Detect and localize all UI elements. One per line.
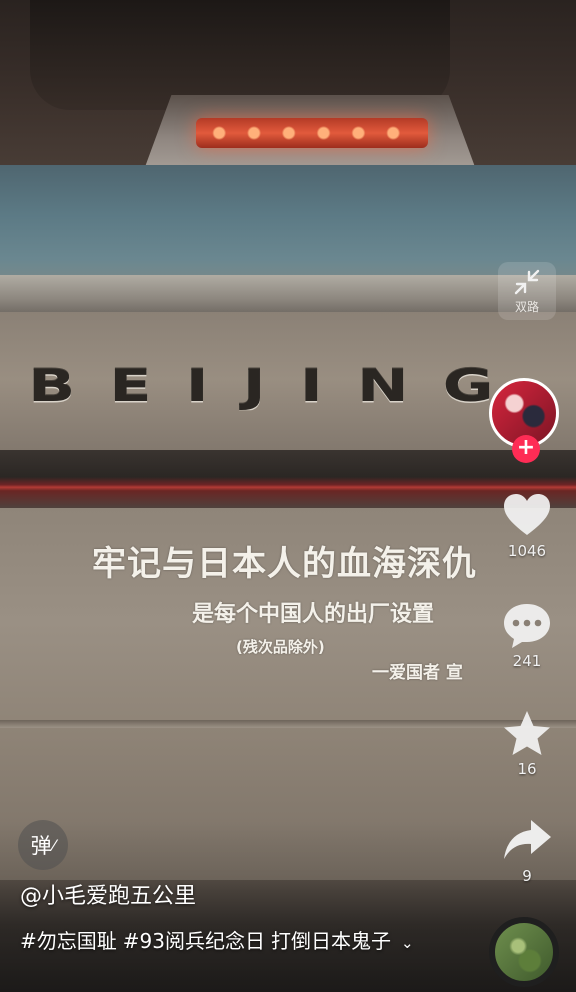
heart-icon [504,494,550,535]
decal-headline: 牢记与日本人的血海深仇 [92,544,477,584]
favorite-button[interactable]: 16 [496,708,558,778]
decal-note: (残次品除外) [236,638,325,656]
dual-view-button[interactable]: 双路 [498,262,556,320]
decal-signature: 一爱国者 宣 [372,663,463,683]
star-icon [504,711,550,755]
post-caption[interactable]: #勿忘国耻 #93阅兵纪念日 打倒日本鬼子 ⌄ [20,926,460,958]
danmaku-label: 弹 [30,834,52,858]
comment-button[interactable]: 241 [496,600,558,670]
video-frame[interactable]: BEIJING 牢记与日本人的血海深仇 是每个中国人的出厂设置 (残次品除外) … [0,0,576,992]
rear-window [30,0,450,110]
danmaku-slash-icon: ⁄ [52,835,56,855]
brake-light [196,118,428,148]
decal-subline: 是每个中国人的出厂设置 [192,602,435,627]
share-arrow-icon [504,820,551,859]
author-name[interactable]: @小毛爱跑五公里 [20,878,196,910]
hashtag[interactable]: #勿忘国耻 [20,929,117,953]
trim-strip [0,450,576,510]
like-button[interactable]: 1046 [496,490,558,560]
share-count: 9 [522,867,532,885]
danmaku-toggle[interactable]: 弹 ⁄ [18,820,68,870]
bumper-line [0,720,576,728]
collapse-arrows-icon [514,269,540,294]
dual-view-label: 双路 [514,299,539,314]
chrome-strip [0,275,576,315]
like-count: 1046 [507,542,547,560]
follow-button[interactable]: + [512,435,540,463]
tailgate-glass [0,165,576,290]
caption-text: 打倒日本鬼子 [270,929,391,953]
music-disc[interactable] [489,917,559,987]
favorite-count: 16 [517,760,537,778]
share-button[interactable]: 9 [496,815,558,885]
comment-count: 241 [512,652,542,670]
comment-bubble-icon [504,604,550,648]
chevron-down-icon[interactable]: ⌄ [401,928,414,958]
hashtag[interactable]: #93阅兵纪念日 [123,929,265,953]
